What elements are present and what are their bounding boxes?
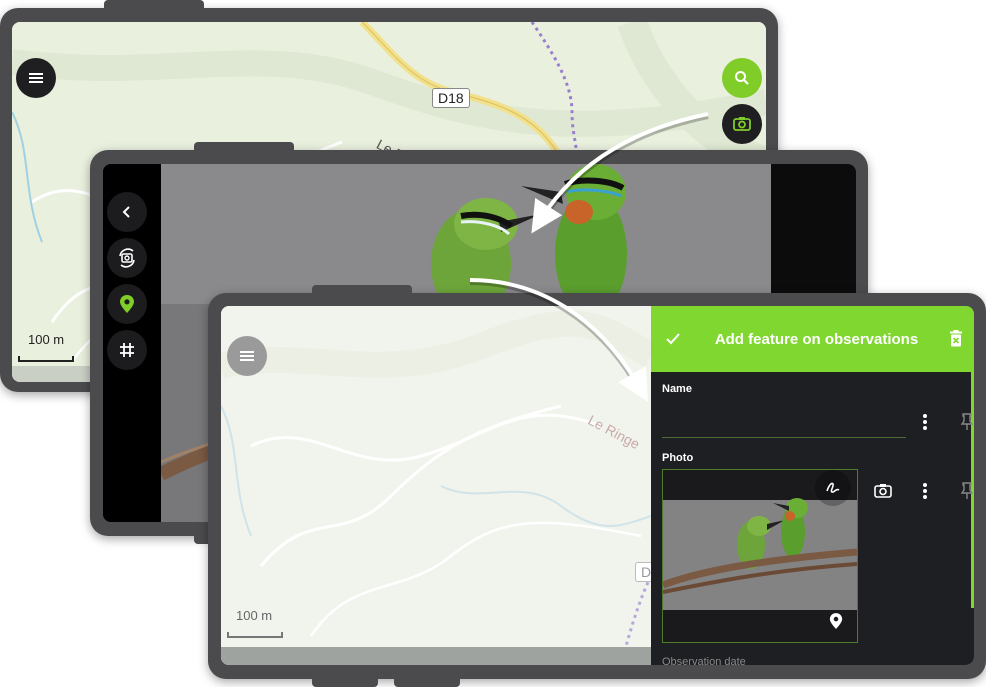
discard-button[interactable] — [938, 330, 974, 348]
menu-icon — [240, 351, 254, 361]
menu-button[interactable] — [16, 58, 56, 98]
observation-date-label: Observation date — [662, 656, 746, 665]
search-icon — [735, 71, 749, 85]
name-label: Name — [662, 383, 692, 395]
name-input[interactable] — [662, 413, 906, 438]
photo-label: Photo — [662, 452, 694, 464]
sketch-icon — [826, 482, 840, 493]
check-icon — [666, 333, 680, 345]
name-pin-button[interactable] — [955, 410, 974, 434]
road-label: D18 — [432, 88, 470, 108]
camera-switch-icon — [119, 248, 135, 268]
sketch-button[interactable] — [815, 470, 851, 506]
camera-sidebar — [103, 164, 161, 522]
scale-bar: 100 m — [227, 608, 287, 638]
scale-label: 100 m — [236, 608, 273, 623]
feature-form-panel: Add feature on observations Name Photo O… — [651, 306, 974, 665]
pin-icon — [960, 482, 974, 499]
trash-icon — [950, 330, 962, 347]
camera-button[interactable] — [722, 104, 762, 144]
scale-label: 100 m — [28, 332, 65, 347]
scale-bar: 100 m — [18, 332, 78, 362]
grid-button[interactable] — [107, 330, 147, 370]
photo-thumbnail[interactable] — [662, 469, 858, 643]
form-header: Add feature on observations — [651, 306, 974, 372]
more-vert-icon — [923, 483, 927, 499]
form-screen[interactable]: Le Ringe D 100 m Add feature on observat… — [221, 306, 974, 665]
confirm-button[interactable] — [651, 330, 695, 348]
name-more-button[interactable] — [913, 410, 937, 434]
pin-icon — [960, 413, 974, 430]
camera-switch-button[interactable] — [107, 238, 147, 278]
menu-button[interactable] — [227, 336, 267, 376]
photo-pin-button[interactable] — [955, 479, 974, 503]
back-button[interactable] — [107, 192, 147, 232]
camera-icon — [874, 484, 892, 498]
back-chevron-icon — [122, 206, 130, 218]
photo-more-button[interactable] — [913, 479, 937, 503]
location-button[interactable] — [107, 284, 147, 324]
menu-icon — [29, 73, 43, 83]
camera-icon — [733, 117, 751, 131]
photo-location-icon-wrap — [829, 612, 843, 635]
search-button[interactable] — [722, 58, 762, 98]
form-title: Add feature on observations — [714, 330, 919, 348]
grid-icon — [120, 343, 134, 357]
device-form: Le Ringe D 100 m Add feature on observat… — [208, 285, 986, 687]
location-pin-icon — [829, 613, 843, 629]
more-vert-icon — [923, 414, 927, 430]
take-photo-button[interactable] — [871, 479, 895, 503]
location-pin-icon — [120, 295, 134, 313]
